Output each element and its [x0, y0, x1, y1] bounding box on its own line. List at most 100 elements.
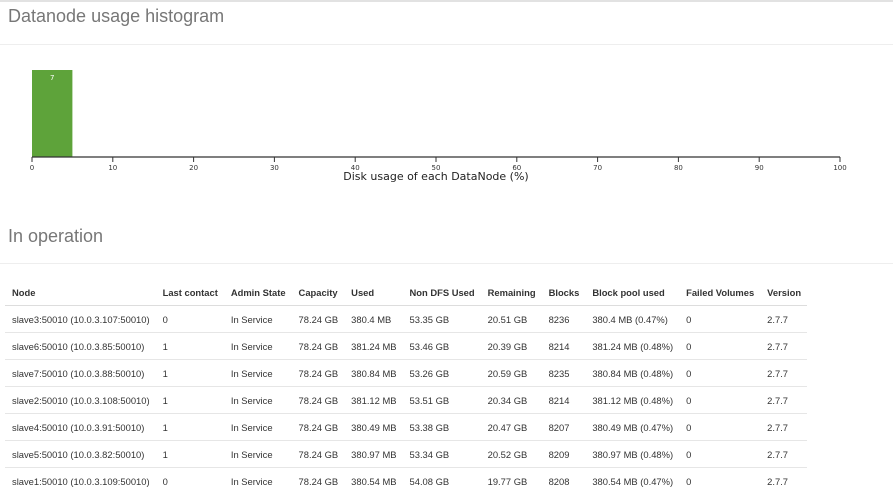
node-cell: slave1:50010 (10.0.3.109:50010): [5, 467, 156, 493]
table-cell: 2.7.7: [760, 467, 808, 493]
top-divider: [0, 0, 893, 2]
table-cell: 381.12 MB (0.48%): [585, 386, 680, 414]
column-header[interactable]: Last contact: [155, 283, 224, 306]
table-row: slave7:50010 (10.0.3.88:50010) 1 In Servic…: [5, 359, 808, 387]
table-cell: 1: [155, 440, 224, 468]
table-cell: 8214: [541, 332, 586, 360]
histogram-bar-label: 7: [50, 74, 54, 82]
in-operation-divider: [0, 263, 893, 264]
table-cell: 20.34 GB: [480, 386, 542, 414]
table-cell: 20.59 GB: [480, 359, 542, 387]
usage-histogram-chart: 7 0 10 20 30 40 50 60 70 80 90 100 Disk usage of e…: [30, 70, 847, 183]
table-header-row: Node Last contact Admin State Capacity Used N…: [5, 283, 808, 306]
table-cell: In Service: [223, 440, 292, 468]
table-cell: 8209: [541, 440, 586, 468]
table-cell: 2.7.7: [760, 386, 808, 414]
table-cell: In Service: [223, 467, 292, 493]
table-cell: 8208: [541, 467, 586, 493]
column-header[interactable]: Admin State: [223, 283, 292, 306]
column-header[interactable]: Block pool used: [585, 283, 680, 306]
table-cell: 53.51 GB: [402, 386, 481, 414]
column-header[interactable]: Blocks: [541, 283, 586, 306]
table-cell: 0: [679, 440, 761, 468]
table-cell: 0: [162, 313, 168, 325]
table-cell: 381.24 MB: [344, 332, 403, 360]
table-cell: 78.24 GB: [291, 467, 345, 493]
table-row: slave3:50010 (10.0.3.107:50010) 0 In Servi…: [5, 306, 807, 333]
table-cell: 380.84 MB (0.48%): [585, 359, 680, 387]
page: Datanode usage histogram 7 0 10 20 30 40 50 60…: [0, 0, 893, 493]
x-tick-label: 10: [108, 164, 117, 172]
table-row: slave1:50010 (10.0.3.109:50010) 0 In Servi…: [5, 467, 808, 493]
column-header[interactable]: Non DFS Used: [402, 283, 481, 306]
table-cell: 380.54 MB: [344, 467, 403, 493]
column-header[interactable]: Node: [5, 283, 156, 306]
table-cell: 8236: [548, 313, 570, 325]
table-cell: 380.4 MB (0.47%): [592, 313, 668, 325]
table-cell: 78.24 GB: [291, 386, 345, 414]
table-cell: 0: [679, 386, 761, 414]
table-cell: 380.49 MB: [344, 413, 403, 441]
column-header[interactable]: Used: [344, 283, 403, 306]
table-cell: 1: [155, 413, 224, 441]
table-cell: 1: [155, 332, 224, 360]
table-cell: 380.97 MB (0.48%): [585, 440, 680, 468]
table-cell: In Service: [223, 413, 292, 441]
table-cell: 2.7.7: [760, 413, 808, 441]
datanode-table: Node Last contact Admin State Capacity Used N…: [5, 283, 808, 493]
table-cell: In Service: [223, 359, 292, 387]
node-cell: slave3:50010 (10.0.3.107:50010): [12, 313, 150, 325]
x-tick-label: 20: [189, 164, 198, 172]
table-cell: 53.38 GB: [402, 413, 481, 441]
table-cell: 0: [686, 313, 692, 325]
table-cell: 20.39 GB: [480, 332, 542, 360]
table-cell: 1: [155, 386, 224, 414]
x-tick-label: 90: [755, 164, 764, 172]
x-tick-label: 80: [674, 164, 683, 172]
node-cell: slave6:50010 (10.0.3.85:50010): [5, 332, 156, 360]
table-cell: 380.54 MB (0.47%): [585, 467, 680, 493]
table-cell: 78.24 GB: [298, 313, 339, 325]
column-header[interactable]: Version: [760, 283, 808, 306]
table-cell: 381.12 MB: [344, 386, 403, 414]
table-row: slave5:50010 (10.0.3.82:50010) 1 In Servic…: [5, 440, 808, 468]
table-cell: 20.51 GB: [487, 313, 528, 325]
table-cell: 381.24 MB (0.48%): [585, 332, 680, 360]
table-cell: 20.47 GB: [480, 413, 542, 441]
table-cell: 380.97 MB: [344, 440, 403, 468]
table-cell: 8214: [541, 386, 586, 414]
table-cell: 2.7.7: [760, 359, 808, 387]
node-cell: slave2:50010 (10.0.3.108:50010): [5, 386, 156, 414]
table-cell: In Service: [230, 313, 273, 325]
table-cell: 1: [155, 359, 224, 387]
table-cell: 0: [679, 359, 761, 387]
x-tick-label: 70: [593, 164, 602, 172]
column-header[interactable]: Capacity: [291, 283, 345, 306]
table-cell: In Service: [223, 332, 292, 360]
table-cell: 53.34 GB: [402, 440, 481, 468]
table-cell: 0: [679, 413, 761, 441]
table-cell: 20.52 GB: [480, 440, 542, 468]
column-header[interactable]: Remaining: [480, 283, 542, 306]
x-tick-label: 100: [833, 164, 846, 172]
column-header[interactable]: Failed Volumes: [679, 283, 761, 306]
table-cell: 380.84 MB: [344, 359, 403, 387]
node-cell: slave7:50010 (10.0.3.88:50010): [5, 359, 156, 387]
table-row: slave6:50010 (10.0.3.85:50010) 1 In Servic…: [5, 332, 808, 360]
histogram-title-divider: [0, 44, 893, 45]
node-cell: slave4:50010 (10.0.3.91:50010): [5, 413, 156, 441]
table-cell: 0: [679, 467, 761, 493]
table-cell: 78.24 GB: [291, 413, 345, 441]
table-cell: 2.7.7: [767, 313, 789, 325]
table-cell: 0: [155, 467, 224, 493]
table-row: slave2:50010 (10.0.3.108:50010) 1 In Servi…: [5, 386, 808, 414]
table-cell: 2.7.7: [760, 332, 808, 360]
table-cell: 53.26 GB: [402, 359, 481, 387]
x-tick-label: 0: [30, 164, 34, 172]
table-cell: 8235: [541, 359, 586, 387]
table-cell: 78.24 GB: [291, 359, 345, 387]
table-cell: 54.08 GB: [402, 467, 481, 493]
table-cell: 19.77 GB: [480, 467, 542, 493]
table-cell: 78.24 GB: [291, 332, 345, 360]
table-cell: 53.35 GB: [409, 313, 450, 325]
